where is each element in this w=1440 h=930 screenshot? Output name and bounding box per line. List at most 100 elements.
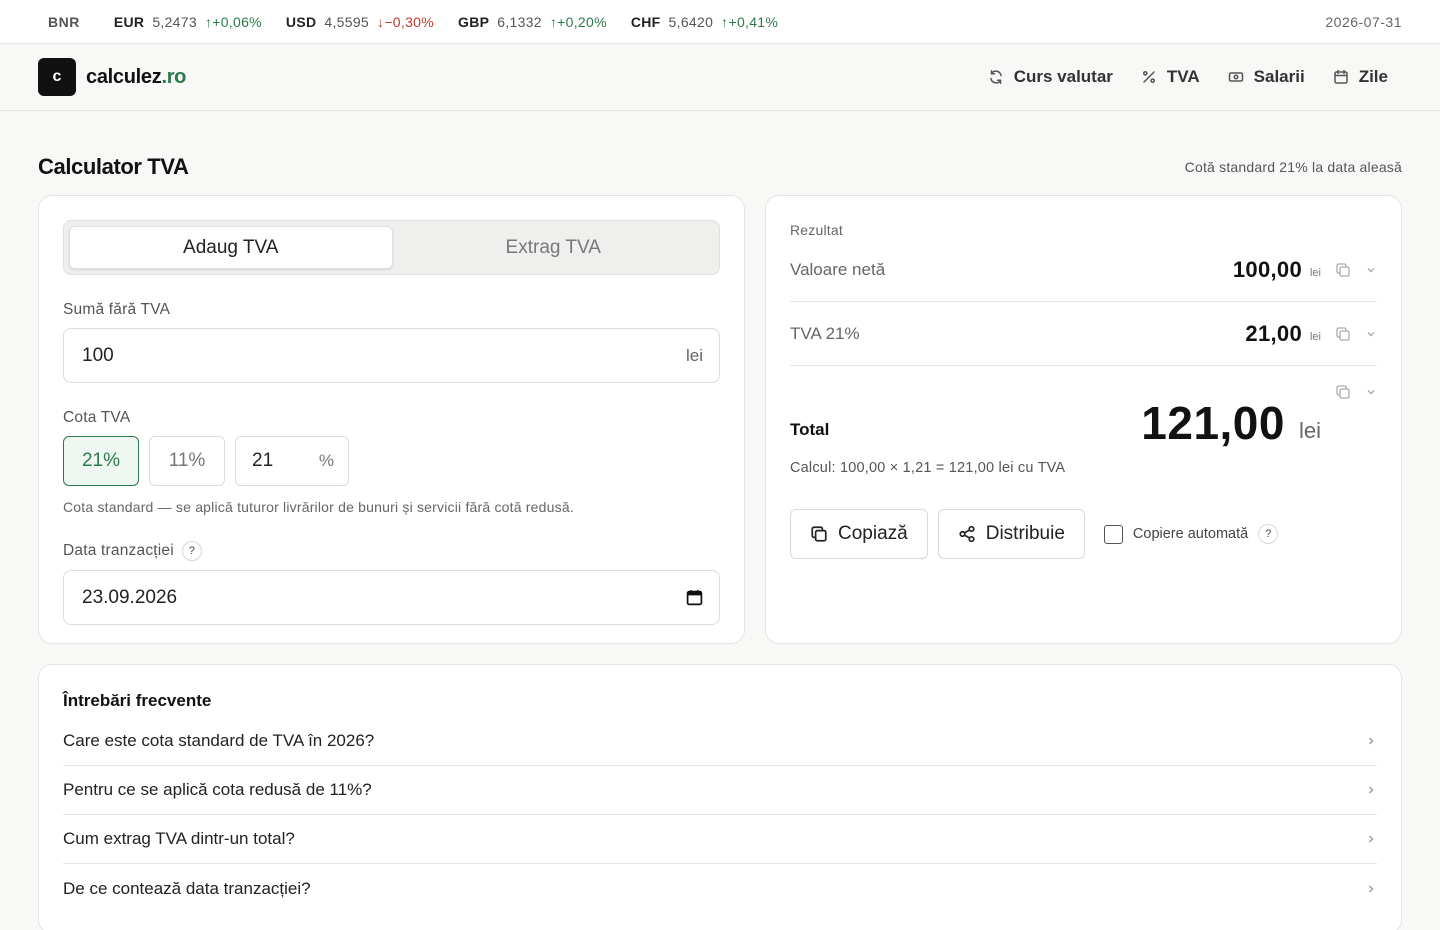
total-unit: lei — [1298, 418, 1321, 443]
custom-rate-input[interactable]: 21 % — [235, 436, 349, 486]
amount-value: 100 — [82, 344, 114, 366]
date-input[interactable]: 23.09.2026 — [63, 570, 720, 625]
chevron-right-icon — [1369, 885, 1374, 892]
auto-copy-label: Copiere automată — [1132, 526, 1249, 542]
calendar-icon — [1333, 69, 1348, 84]
chevron-down-icon[interactable] — [1365, 328, 1377, 340]
faq-item[interactable]: Care este cota standard de TVA în 2026? — [63, 717, 1377, 766]
chevron-down-icon[interactable] — [1365, 386, 1377, 398]
total-row: Total 121,00 lei — [790, 366, 1377, 446]
copy-icon[interactable] — [1335, 326, 1351, 342]
faq-item[interactable]: De ce contează data tranzacției? — [63, 864, 1377, 913]
tab-adaug-tva[interactable]: Adaug TVA — [69, 226, 393, 269]
total-value: 121,00 — [1141, 397, 1285, 449]
amount-label: Sumă fără TVA — [63, 301, 171, 318]
custom-rate-value: 21 — [252, 450, 274, 471]
calendar-icon[interactable] — [686, 589, 703, 606]
date-label-row: Data tranzacției ? — [63, 541, 720, 561]
chevron-right-icon — [1369, 835, 1374, 843]
logo-tld: .ro — [161, 65, 187, 88]
rate-hint: Cota standard — se aplică tuturor livrăr… — [63, 499, 574, 515]
vat-value: 21,00 — [1245, 320, 1302, 346]
share-icon — [959, 525, 975, 543]
nav-item-tva[interactable]: TVA — [1141, 67, 1200, 87]
ticker-rate-chf: CHF 5,6420 ↑+0,41% — [631, 14, 778, 30]
rate-options: 21% 11% 21 % — [63, 436, 720, 486]
auto-copy-option: Copiere automată ? — [1103, 524, 1279, 544]
copy-button[interactable]: Copiază — [790, 509, 928, 559]
custom-rate-unit: % — [318, 451, 334, 470]
chevron-down-icon[interactable] — [1365, 264, 1377, 276]
vat-unit: lei — [1309, 330, 1321, 343]
site-header: c calculez.ro Curs valutar TVA Salarii Z… — [0, 44, 1440, 111]
date-value: 23.09.2026 — [82, 586, 178, 608]
chevron-right-icon — [1369, 737, 1374, 745]
ticker-rate-usd: USD 4,5595 ↓−0,30% — [286, 14, 434, 30]
net-label: Valoare netă — [790, 259, 886, 279]
result-card: Rezultat Valoare netă 100,00 lei TVA 21%… — [765, 195, 1402, 644]
logo-text[interactable]: calculez.ro — [86, 66, 186, 89]
rate-option-11[interactable]: 11% — [149, 436, 225, 486]
ticker-change: ↑+0,06% — [204, 13, 262, 30]
tab-extrag-tva[interactable]: Extrag TVA — [393, 226, 715, 269]
ticker-value: 4,5595 — [324, 13, 370, 30]
nav-item-salarii[interactable]: Salarii — [1228, 67, 1305, 87]
faq-item[interactable]: Cum extrag TVA dintr-un total? — [63, 815, 1377, 864]
help-icon[interactable]: ? — [181, 541, 202, 561]
faq-title: Întrebări frecvente — [63, 691, 212, 710]
nav-label: TVA — [1166, 67, 1200, 86]
ticker-code: USD — [285, 13, 317, 30]
share-button-label: Distribuie — [985, 523, 1065, 544]
nav-item-curs-valutar[interactable]: Curs valutar — [988, 67, 1113, 87]
amount-input[interactable]: 100 lei — [63, 328, 720, 383]
ticker-rate-gbp: GBP 6,1332 ↑+0,20% — [458, 14, 607, 30]
refresh-icon — [989, 70, 1002, 84]
main-nav: Curs valutar TVA Salarii Zile — [988, 67, 1388, 87]
ticker-code: GBP — [458, 13, 490, 30]
ticker-value: 5,2473 — [152, 13, 197, 30]
amount-unit: lei — [685, 345, 703, 365]
faq-question: Cum extrag TVA dintr-un total? — [63, 829, 295, 848]
faq-question: Pentru ce se aplică cota redusă de 11%? — [63, 780, 372, 799]
mode-toggle: Adaug TVA Extrag TVA — [63, 220, 720, 275]
nav-label: Curs valutar — [1013, 67, 1113, 86]
share-button[interactable]: Distribuie — [937, 509, 1085, 559]
rate-option-21[interactable]: 21% — [63, 436, 139, 486]
calculator-cards: Adaug TVA Extrag TVA Sumă fără TVA 100 l… — [0, 195, 1440, 644]
copy-icon[interactable] — [1335, 384, 1351, 400]
rate-note: Cotă standard 21% la data aleasă — [1184, 159, 1402, 175]
auto-copy-checkbox[interactable] — [1103, 524, 1123, 544]
exchange-ticker: BNR EUR 5,2473 ↑+0,06% USD 4,5595 ↓−0,30… — [0, 0, 1440, 44]
copy-icon[interactable] — [1335, 262, 1351, 278]
net-unit: lei — [1309, 266, 1321, 279]
faq-question: Care este cota standard de TVA în 2026? — [63, 731, 375, 750]
ticker-value: 5,6420 — [668, 13, 714, 30]
nav-item-zile[interactable]: Zile — [1333, 67, 1388, 87]
date-label: Data tranzacției — [63, 542, 174, 559]
vat-value-row: TVA 21% 21,00 lei — [790, 302, 1377, 366]
ticker-value: 6,1332 — [497, 13, 542, 30]
logo-mark[interactable]: c — [38, 58, 76, 96]
ticker-date: 2026-07-31 — [1325, 13, 1402, 30]
faq-item[interactable]: Pentru ce se aplică cota redusă de 11%? — [63, 766, 1377, 815]
faq-question: De ce contează data tranzacției? — [63, 878, 311, 898]
page-title-row: Calculator TVA Cotă standard 21% la data… — [0, 154, 1440, 180]
ticker-code: CHF — [630, 13, 661, 30]
ticker-change: ↑+0,20% — [549, 13, 607, 30]
input-card: Adaug TVA Extrag TVA Sumă fără TVA 100 l… — [38, 195, 745, 644]
ticker-change: ↑+0,41% — [721, 13, 779, 30]
banknote-icon — [1228, 72, 1243, 82]
chevron-right-icon — [1369, 786, 1374, 794]
total-tools — [1321, 384, 1377, 400]
nav-label: Zile — [1358, 67, 1388, 86]
vat-label: TVA 21% — [790, 323, 860, 343]
net-value-row: Valoare netă 100,00 lei — [790, 238, 1377, 302]
logo-name: calculez — [86, 65, 162, 88]
result-title: Rezultat — [790, 222, 843, 238]
ticker-code: EUR — [113, 13, 145, 30]
page-title: Calculator TVA — [38, 154, 189, 179]
ticker-change: ↓−0,30% — [377, 13, 434, 30]
total-label: Total — [790, 420, 830, 439]
help-icon[interactable]: ? — [1258, 524, 1279, 544]
percent-icon — [1142, 70, 1155, 84]
